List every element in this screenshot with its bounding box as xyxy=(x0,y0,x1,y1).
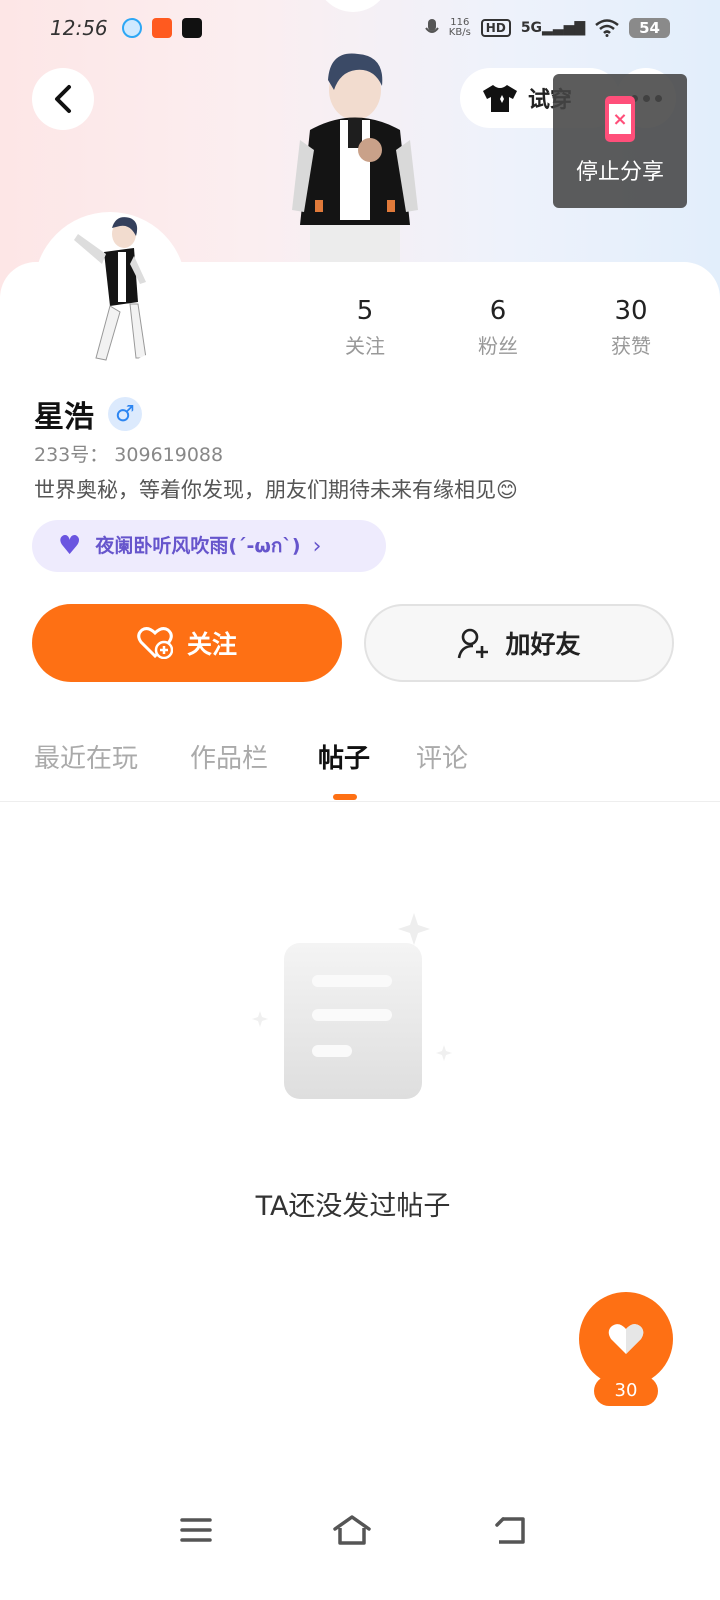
add-friend-label: 加好友 xyxy=(505,630,581,659)
menu-icon-glyph xyxy=(180,1518,212,1542)
stat-following[interactable]: 5 关注 xyxy=(325,296,405,359)
home-icon-glyph xyxy=(333,1515,371,1545)
stat-value: 6 xyxy=(489,296,507,326)
user-bio: 世界奥秘，等着你发现，朋友们期待未来有缘相见😊 xyxy=(34,478,518,502)
wifi-icon xyxy=(595,19,619,37)
mic-icon xyxy=(424,19,439,33)
stat-value: 5 xyxy=(356,296,374,326)
male-icon: ♂ xyxy=(108,397,142,431)
status-time: 12:56 xyxy=(50,16,108,40)
active-tab-indicator xyxy=(333,794,357,800)
like-count: 30 xyxy=(594,1376,658,1406)
heart-plus-icon xyxy=(137,627,173,659)
douyin-icon xyxy=(181,18,202,38)
follow-button[interactable]: 关注 xyxy=(32,604,342,682)
qq-icon xyxy=(121,18,142,38)
stat-likes[interactable]: 30 获赞 xyxy=(591,296,671,359)
chevron-right-icon: › xyxy=(312,533,322,559)
empty-document-icon xyxy=(252,913,452,1099)
back-icon-glyph xyxy=(495,1517,525,1544)
stop-share-phone-icon: × xyxy=(605,96,635,142)
avatar-3d-figure[interactable] xyxy=(270,50,440,265)
tshirt-icon xyxy=(483,85,517,112)
like-button[interactable] xyxy=(579,1292,673,1386)
profile-tabs: 最近在玩 作品栏 帖子 评论 xyxy=(0,732,720,802)
stat-label: 粉丝 xyxy=(478,334,518,358)
user-name: 星浩 ♂ xyxy=(34,392,142,436)
status-indicators: 116 KB/s HD 5G▂▃▅▇ 54 xyxy=(424,18,670,38)
stat-followers[interactable]: 6 粉丝 xyxy=(458,296,538,359)
chevron-left-icon xyxy=(55,85,71,113)
status-bar: 12:56 116 KB/s HD 5G▂▃▅▇ 54 xyxy=(0,0,720,56)
stop-share-button[interactable]: × 停止分享 xyxy=(553,74,687,208)
tab-recently-played[interactable]: 最近在玩 xyxy=(34,738,138,775)
status-text: 夜阑卧听风吹雨(´-ωก`) xyxy=(95,535,301,557)
back-icon[interactable] xyxy=(488,1508,532,1552)
tab-works[interactable]: 作品栏 xyxy=(190,738,268,775)
follow-label: 关注 xyxy=(186,630,237,659)
signal-icon: 5G▂▃▅▇ xyxy=(520,20,586,36)
add-user-icon xyxy=(458,628,489,659)
signal-label: 5G xyxy=(520,20,543,36)
add-friend-button[interactable]: 加好友 xyxy=(364,604,674,682)
heart-icon xyxy=(608,1324,644,1354)
tab-posts[interactable]: 帖子 xyxy=(318,738,370,775)
kuaishou-icon xyxy=(151,18,172,38)
user-name-text: 星浩 xyxy=(34,400,94,435)
tab-comments[interactable]: 评论 xyxy=(416,738,468,775)
back-button[interactable] xyxy=(32,68,94,130)
battery-indicator: 54 xyxy=(629,18,670,38)
stat-value: 30 xyxy=(614,296,648,326)
avatar[interactable] xyxy=(34,212,186,364)
home-icon[interactable] xyxy=(330,1508,374,1552)
net-speed: 116 KB/s xyxy=(449,18,471,38)
empty-state-text: TA还没发过帖子 xyxy=(255,1191,451,1222)
avatar-figure xyxy=(74,217,147,361)
stat-label: 获赞 xyxy=(611,334,651,358)
stop-share-label: 停止分享 xyxy=(575,160,664,185)
stat-label: 关注 xyxy=(345,334,385,358)
menu-icon[interactable] xyxy=(174,1508,218,1552)
hd-badge: HD xyxy=(480,19,511,37)
heart-icon: ♥ xyxy=(58,531,82,561)
system-nav-bar xyxy=(0,1490,720,1570)
status-pill[interactable]: ♥ 夜阑卧听风吹雨(´-ωก`) › xyxy=(32,520,386,572)
net-speed-unit: KB/s xyxy=(448,27,471,38)
user-id[interactable]: 233号： 309619088 xyxy=(34,440,223,467)
close-icon: × xyxy=(609,104,631,134)
